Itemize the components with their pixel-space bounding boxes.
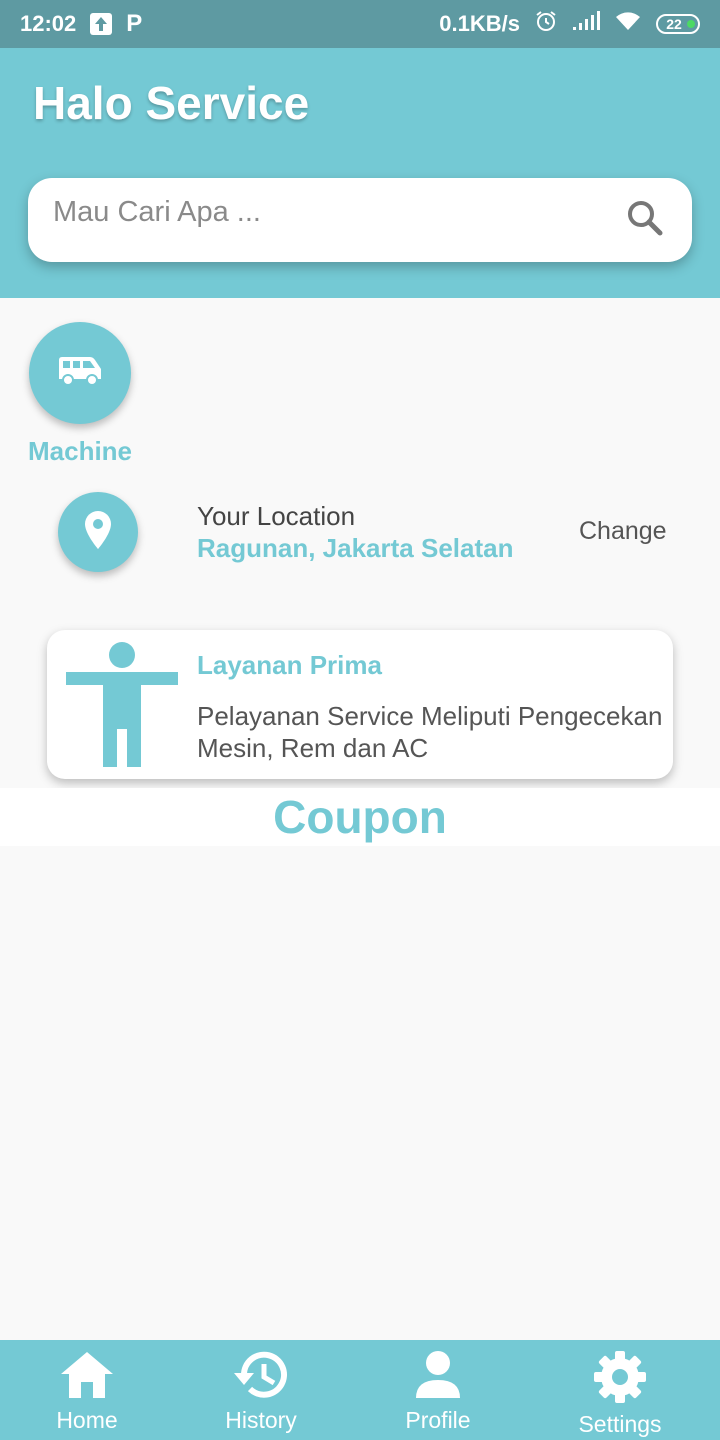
van-icon — [57, 356, 103, 391]
nav-label: Home — [56, 1407, 118, 1433]
profile-icon — [413, 1340, 463, 1405]
alarm-icon — [534, 9, 558, 39]
battery-level: 22 — [666, 16, 682, 32]
service-title: Layanan Prima — [197, 650, 382, 680]
nav-label: Settings — [578, 1411, 662, 1437]
status-right: 0.1KB/s 22 — [439, 9, 700, 39]
service-description-line: Mesin, Rem dan AC — [197, 733, 429, 763]
service-card[interactable]: Layanan Prima Pelayanan Service Meliputi… — [47, 630, 673, 779]
status-left: 12:02 P — [20, 10, 142, 38]
bottom-nav: Home History Profile Settings — [0, 1340, 720, 1440]
location-button[interactable] — [58, 492, 138, 572]
category-machine[interactable]: Machine — [24, 322, 136, 467]
home-icon — [59, 1340, 115, 1405]
nav-history[interactable]: History — [186, 1340, 336, 1440]
app-header: Halo Service — [0, 48, 720, 298]
status-bar: 12:02 P 0.1KB/s 22 — [0, 0, 720, 48]
wifi-icon — [614, 10, 642, 38]
search-input[interactable] — [53, 195, 573, 229]
coupon-title: Coupon — [273, 791, 447, 843]
nav-label: Profile — [405, 1407, 471, 1433]
category-circle[interactable] — [29, 322, 131, 424]
service-description-line: Pelayanan Service Meliputi Pengecekan — [197, 701, 663, 731]
service-description: Pelayanan Service Meliputi Pengecekan Me… — [197, 700, 673, 764]
upload-icon — [90, 13, 113, 35]
location-pin-icon — [83, 510, 113, 555]
location-caption: Your Location — [197, 501, 356, 531]
history-icon — [232, 1340, 290, 1405]
signal-icon — [572, 11, 600, 37]
search-icon[interactable] — [626, 199, 664, 242]
app-title: Halo Service — [33, 77, 310, 129]
location-value: Ragunan, Jakarta Selatan — [197, 533, 514, 563]
network-speed: 0.1KB/s — [439, 11, 520, 36]
category-label: Machine — [27, 436, 133, 466]
change-location-link[interactable]: Change — [579, 517, 667, 546]
status-time: 12:02 — [20, 11, 77, 36]
nav-settings[interactable]: Settings — [545, 1340, 695, 1440]
nav-home[interactable]: Home — [12, 1340, 162, 1440]
battery-icon: 22 — [656, 14, 700, 34]
parking-icon: P — [126, 10, 143, 37]
nav-profile[interactable]: Profile — [363, 1340, 513, 1440]
settings-icon — [593, 1340, 647, 1409]
nav-label: History — [225, 1407, 297, 1433]
person-icon — [65, 642, 179, 773]
search-bar[interactable] — [28, 178, 692, 262]
coupon-section: Coupon — [0, 788, 720, 846]
